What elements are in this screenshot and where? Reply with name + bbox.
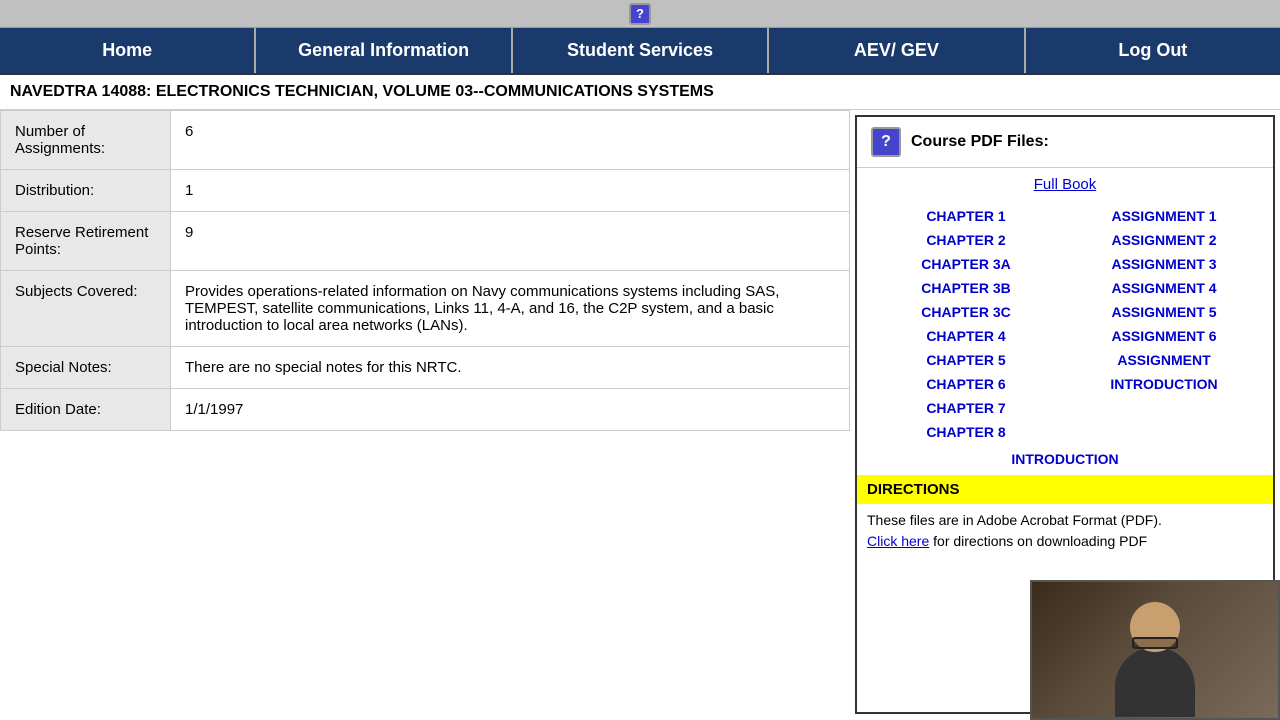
directions-text-content: These files are in Adobe Acrobat Format … <box>867 512 1162 528</box>
chapter-8-link[interactable]: CHAPTER 8 <box>867 421 1065 443</box>
webcam-overlay <box>1030 580 1280 720</box>
introduction-link[interactable]: INTRODUCTION <box>1065 373 1263 395</box>
full-book-link[interactable]: Full Book <box>1034 176 1097 193</box>
intro-row: INTRODUCTION <box>857 447 1273 471</box>
chapter-3a-link[interactable]: CHAPTER 3A <box>867 253 1065 275</box>
row-special-notes: Special Notes: There are no special note… <box>1 347 850 389</box>
chapter-2-link[interactable]: CHAPTER 2 <box>867 229 1065 251</box>
value-special-notes: There are no special notes for this NRTC… <box>171 347 850 389</box>
chapters-assignments-grid: CHAPTER 1 ASSIGNMENT 1 CHAPTER 2 ASSIGNM… <box>857 201 1273 447</box>
nav-bar: Home General Information Student Service… <box>0 28 1280 75</box>
page-title: NAVEDTRA 14088: ELECTRONICS TECHNICIAN, … <box>0 75 1280 110</box>
assignment-1-link[interactable]: ASSIGNMENT 1 <box>1065 205 1263 227</box>
nav-student-services[interactable]: Student Services <box>513 28 769 73</box>
info-table: Number of Assignments: 6 Distribution: 1… <box>0 110 850 431</box>
help-icon-top[interactable]: ? <box>629 3 651 25</box>
row-edition-date: Edition Date: 1/1/1997 <box>1 389 850 431</box>
label-edition-date: Edition Date: <box>1 389 171 431</box>
person-head <box>1130 602 1180 652</box>
chapter-3c-link[interactable]: CHAPTER 3C <box>867 301 1065 323</box>
full-book-section: Full Book <box>857 168 1273 201</box>
pdf-help-icon: ? <box>871 127 901 157</box>
person-glasses <box>1132 637 1178 649</box>
row-reserve-points: Reserve Retirement Points: 9 <box>1 212 850 271</box>
chapter-4-link[interactable]: CHAPTER 4 <box>867 325 1065 347</box>
chapter-6-link[interactable]: CHAPTER 6 <box>867 373 1065 395</box>
label-distribution: Distribution: <box>1 170 171 212</box>
directions-section: DIRECTIONS <box>857 475 1273 504</box>
assignment-3-link[interactable]: ASSIGNMENT 3 <box>1065 253 1263 275</box>
value-reserve-points: 9 <box>171 212 850 271</box>
label-reserve-points: Reserve Retirement Points: <box>1 212 171 271</box>
label-special-notes: Special Notes: <box>1 347 171 389</box>
value-distribution: 1 <box>171 170 850 212</box>
assignment-2-link[interactable]: ASSIGNMENT 2 <box>1065 229 1263 251</box>
assignment-6-link[interactable]: ASSIGNMENT 6 <box>1065 325 1263 347</box>
webcam-video <box>1032 582 1278 718</box>
label-assignments: Number of Assignments: <box>1 111 171 170</box>
nav-aev-gev[interactable]: AEV/ GEV <box>769 28 1025 73</box>
value-assignments: 6 <box>171 111 850 170</box>
assignment-link[interactable]: ASSIGNMENT <box>1065 349 1263 371</box>
nav-general-information[interactable]: General Information <box>256 28 512 73</box>
chapter-5-link[interactable]: CHAPTER 5 <box>867 349 1065 371</box>
chapter-3b-link[interactable]: CHAPTER 3B <box>867 277 1065 299</box>
nav-home[interactable]: Home <box>0 28 256 73</box>
click-here-link[interactable]: Click here <box>867 533 929 549</box>
value-edition-date: 1/1/1997 <box>171 389 850 431</box>
assignment-5-link[interactable]: ASSIGNMENT 5 <box>1065 301 1263 323</box>
pdf-header: ? Course PDF Files: <box>857 117 1273 168</box>
label-subjects: Subjects Covered: <box>1 271 171 347</box>
value-subjects: Provides operations-related information … <box>171 271 850 347</box>
assignment-4-link[interactable]: ASSIGNMENT 4 <box>1065 277 1263 299</box>
chapter-7-link[interactable]: CHAPTER 7 <box>867 397 1065 419</box>
nav-log-out[interactable]: Log Out <box>1026 28 1280 73</box>
top-bar: ? <box>0 0 1280 28</box>
pdf-header-title: Course PDF Files: <box>911 133 1049 151</box>
person-body <box>1115 647 1195 717</box>
directions-text: These files are in Adobe Acrobat Format … <box>857 504 1273 558</box>
directions-text2: for directions on downloading PDF <box>933 533 1147 549</box>
chapter-1-link[interactable]: CHAPTER 1 <box>867 205 1065 227</box>
row-assignments: Number of Assignments: 6 <box>1 111 850 170</box>
row-subjects: Subjects Covered: Provides operations-re… <box>1 271 850 347</box>
row-distribution: Distribution: 1 <box>1 170 850 212</box>
introduction-bottom-link[interactable]: INTRODUCTION <box>1007 448 1122 470</box>
